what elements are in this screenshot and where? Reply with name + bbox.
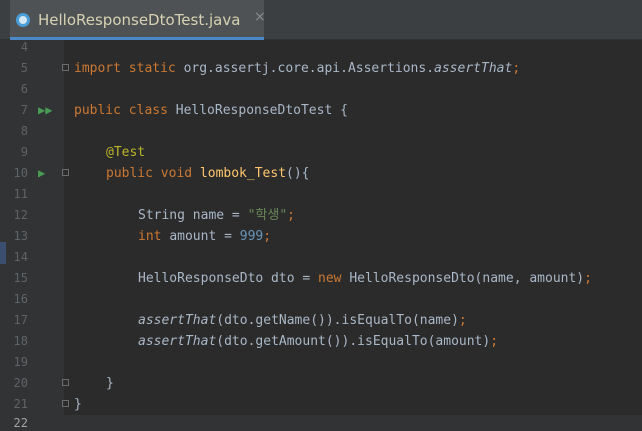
line-number: 15 xyxy=(13,271,28,285)
keyword: public class xyxy=(74,103,176,118)
line-number: 21 xyxy=(13,397,28,411)
import-path: org.assertj.core.api.Assertions. xyxy=(183,61,435,76)
line-number: 13 xyxy=(13,229,28,243)
code-text: HelloResponseDto dto = new HelloResponse… xyxy=(138,268,592,289)
code-line: 9 @Test xyxy=(0,142,642,163)
code-line: 13 int amount = 999; xyxy=(0,226,642,247)
editor-tab-bar: HelloResponseDtoTest.java × xyxy=(0,0,642,40)
string-literal: "학생" xyxy=(247,208,288,223)
semicolon: ; xyxy=(512,61,521,76)
java-class-icon xyxy=(16,13,30,27)
fold-icon[interactable] xyxy=(62,64,69,71)
code-text: } xyxy=(106,373,114,394)
keyword: public void xyxy=(106,166,200,181)
static-method: assertThat xyxy=(138,334,217,349)
code-line: 19 xyxy=(0,352,642,373)
closing-brace: } xyxy=(106,376,114,391)
code-text: } xyxy=(74,394,82,415)
class-name: HelloResponseDtoTest { xyxy=(175,103,348,118)
run-test-icon[interactable]: ▶ xyxy=(38,163,45,184)
line-number: 10 xyxy=(13,166,28,180)
line-number: 14 xyxy=(13,250,28,264)
fold-end-icon[interactable] xyxy=(62,400,69,407)
tab-title: HelloResponseDtoTest.java xyxy=(38,11,241,29)
constructor-call: HelloResponseDto(name, amount) xyxy=(349,271,585,286)
code-line: 20 } xyxy=(0,373,642,394)
line-number: 20 xyxy=(13,376,28,390)
code-line: 4 xyxy=(0,37,642,58)
code-line: 14 xyxy=(0,247,642,268)
code-text: String name = "학생"; xyxy=(138,205,295,226)
number-literal: 999 xyxy=(239,229,264,244)
code-editor[interactable]: 4 5 import static org.assertj.core.api.A… xyxy=(0,40,642,431)
line-number: 9 xyxy=(20,145,28,159)
line-number: 17 xyxy=(13,313,28,327)
semicolon: ; xyxy=(458,313,467,328)
code-line: 18 assertThat(dto.getAmount()).isEqualTo… xyxy=(0,331,642,352)
code-line: 16 xyxy=(0,289,642,310)
run-class-icon[interactable]: ▶▶ xyxy=(38,100,52,121)
code-line: 15 HelloResponseDto dto = new HelloRespo… xyxy=(0,268,642,289)
code-text: public void lombok_Test(){ xyxy=(106,163,310,184)
declaration: HelloResponseDto dto = xyxy=(138,271,319,286)
code-line: 7 ▶▶ public class HelloResponseDtoTest { xyxy=(0,100,642,121)
current-line-gutter: 22 xyxy=(0,415,642,431)
line-number: 8 xyxy=(20,124,28,138)
closing-brace: } xyxy=(74,397,82,412)
static-method: assertThat xyxy=(138,313,217,328)
line-number: 16 xyxy=(13,292,28,306)
line-number: 5 xyxy=(20,61,28,75)
keyword: new xyxy=(318,271,350,286)
keyword: import static xyxy=(74,61,184,76)
line-number: 22 xyxy=(13,416,28,430)
code-line: 17 assertThat(dto.getName()).isEqualTo(n… xyxy=(0,310,642,331)
code-line: 11 xyxy=(0,184,642,205)
code-text: int amount = 999; xyxy=(138,226,271,247)
line-number: 11 xyxy=(13,187,28,201)
call-chain: (dto.getName()).isEqualTo(name) xyxy=(216,313,459,328)
line-number: 12 xyxy=(13,208,28,222)
fold-icon[interactable] xyxy=(62,169,69,176)
code-line: 10 ▶ public void lombok_Test(){ xyxy=(0,163,642,184)
declaration: amount = xyxy=(169,229,240,244)
line-number: 7 xyxy=(20,103,28,117)
line-number: 19 xyxy=(13,355,28,369)
code-line: 21 } xyxy=(0,394,642,415)
line-number: 18 xyxy=(13,334,28,348)
semicolon: ; xyxy=(490,334,499,349)
method-name: lombok_Test xyxy=(199,166,287,181)
annotation: @Test xyxy=(106,145,146,160)
tab-hello-response-dto-test[interactable]: HelloResponseDtoTest.java × xyxy=(10,0,266,40)
parens: (){ xyxy=(286,166,310,181)
semicolon: ; xyxy=(584,271,592,286)
static-method: assertThat xyxy=(434,61,513,76)
declaration: String name = xyxy=(138,208,248,223)
semicolon: ; xyxy=(263,229,272,244)
line-number: 4 xyxy=(20,40,28,54)
semicolon: ; xyxy=(287,208,295,223)
keyword: int xyxy=(138,229,170,244)
line-number: 6 xyxy=(20,82,28,96)
call-chain: (dto.getAmount()).isEqualTo(amount) xyxy=(216,334,491,349)
code-text: @Test xyxy=(106,142,145,163)
code-line: 6 xyxy=(0,79,642,100)
code-line: 12 String name = "학생"; xyxy=(0,205,642,226)
code-text: public class HelloResponseDtoTest { xyxy=(74,100,348,121)
code-line: 8 xyxy=(0,121,642,142)
code-text: assertThat(dto.getAmount()).isEqualTo(am… xyxy=(138,331,498,352)
code-line: 5 import static org.assertj.core.api.Ass… xyxy=(0,58,642,79)
fold-end-icon[interactable] xyxy=(62,379,69,386)
close-icon[interactable]: × xyxy=(254,9,266,25)
code-text: assertThat(dto.getName()).isEqualTo(name… xyxy=(138,310,467,331)
code-text: import static org.assertj.core.api.Asser… xyxy=(74,58,520,79)
